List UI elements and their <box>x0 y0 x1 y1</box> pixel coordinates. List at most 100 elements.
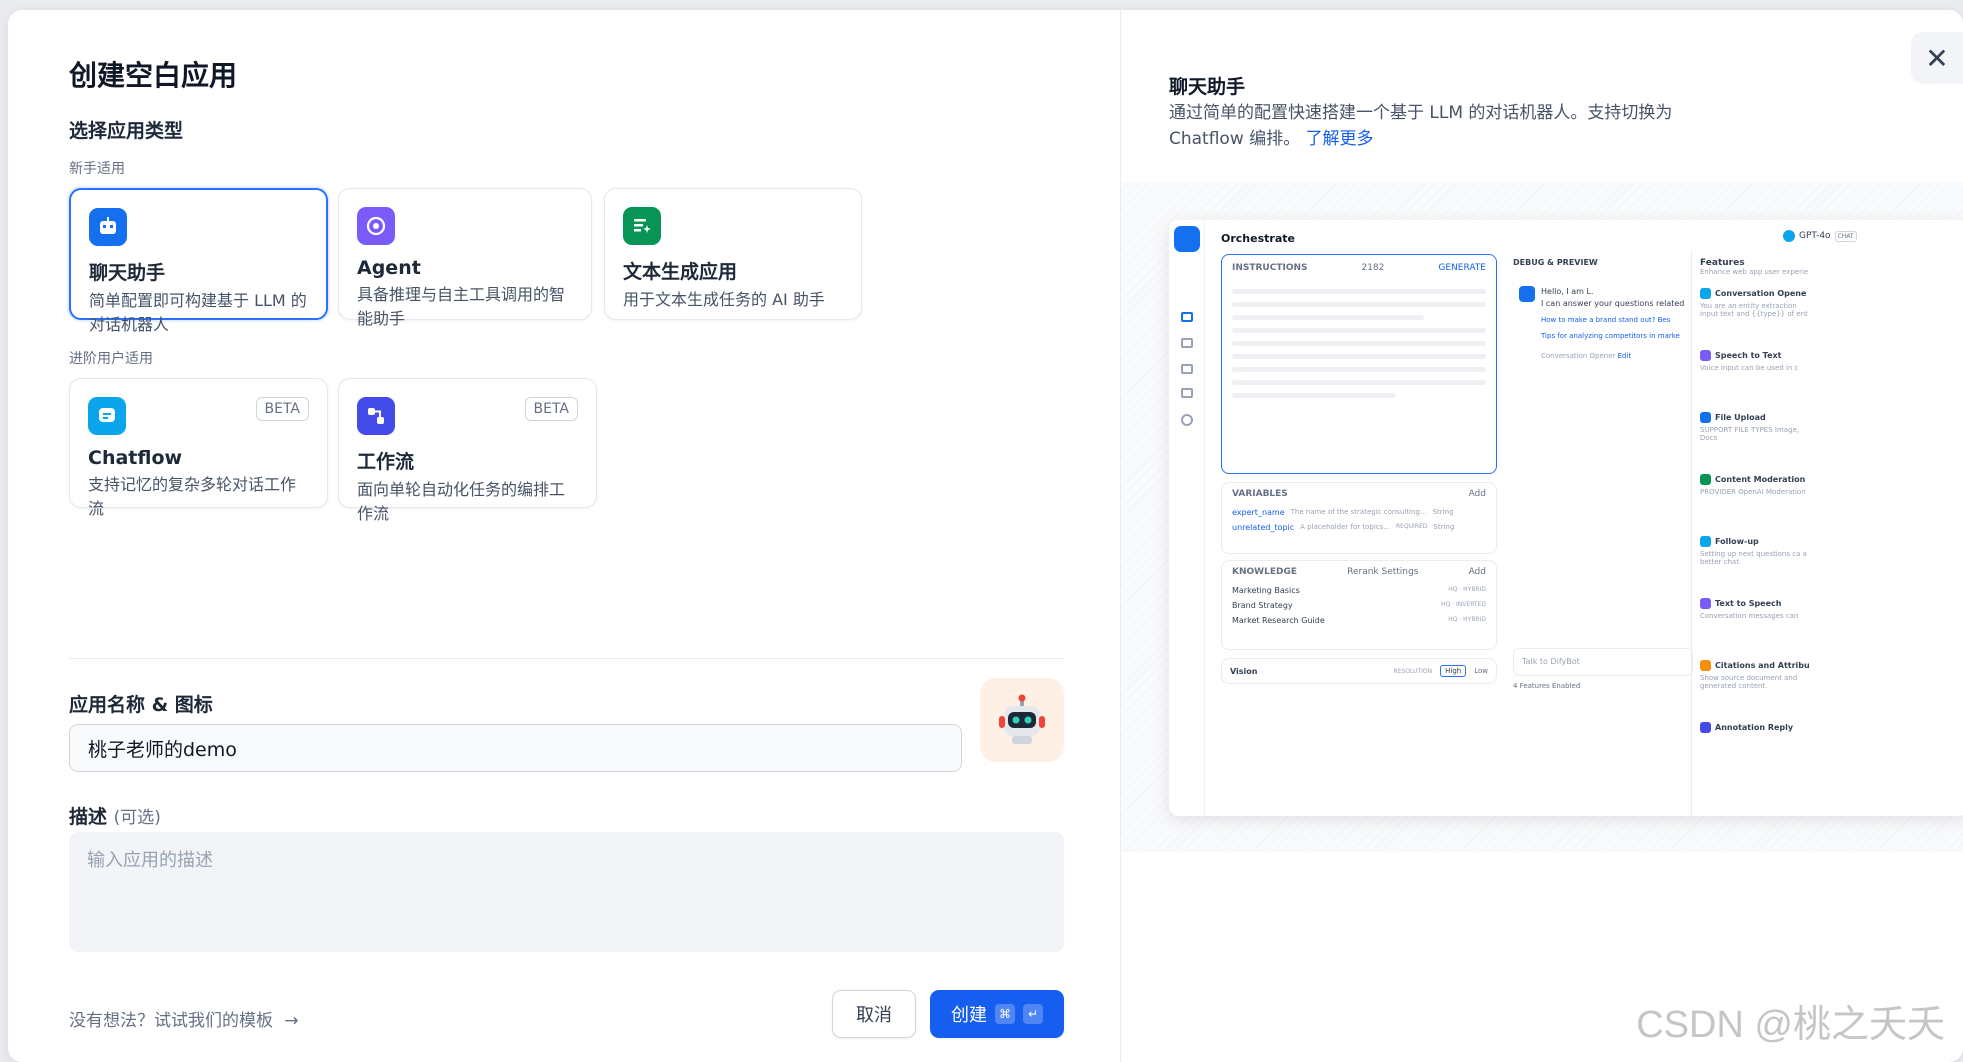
desc-optional-label: (可选) <box>113 808 161 828</box>
knowledge-panel: KNOWLEDGE Rerank Settings Add Marketing … <box>1221 560 1497 650</box>
app-type-title: Agent <box>357 257 421 279</box>
text-line <box>1232 354 1486 359</box>
csdn-watermark: CSDN @桃之夭夭 <box>1636 1004 1945 1046</box>
chat-input: Talk to DifyBot <box>1513 648 1693 676</box>
text-line <box>1232 393 1397 398</box>
feature-header: Annotation Reply <box>1700 722 1963 733</box>
app-type-title: 工作流 <box>357 451 415 473</box>
learn-more-link[interactable]: 了解更多 <box>1306 129 1374 149</box>
knowledge-tag: HQ · HYBRID <box>1448 616 1486 623</box>
model-selector: GPT-4o CHAT <box>1783 230 1857 242</box>
instructions-panel: INSTRUCTIONS 2182 GENERATE <box>1221 254 1497 474</box>
text-line <box>1232 341 1486 346</box>
feature-item: File Upload SUPPORT FILE TYPES Image, Doc… <box>1700 412 1963 462</box>
features-panel: Features Enhance web app user experie Co… <box>1691 250 1963 816</box>
text-line <box>1232 328 1486 333</box>
variables-label: VARIABLES <box>1232 489 1288 499</box>
app-type-section-title: 选择应用类型 <box>69 120 184 142</box>
feature-icon <box>1700 288 1711 299</box>
preview-description: 通过简单的配置快速搭建一个基于 LLM 的对话机器人。支持切换为 Chatflo… <box>1169 100 1729 152</box>
resolution-label: RESOLUTION <box>1393 667 1433 675</box>
nav-icon <box>1181 388 1193 398</box>
feature-header: Speech to Text <box>1700 350 1963 361</box>
beginner-label: 新手适用 <box>69 161 125 177</box>
agent-icon <box>357 207 395 245</box>
knowledge-row: Marketing Basics HQ · HYBRID <box>1222 583 1496 598</box>
opener-row: Conversation Opener Edit <box>1541 350 1684 362</box>
feature-icon <box>1700 598 1711 609</box>
greeting-line-1: Hello, I am L. <box>1541 287 1594 296</box>
nav-icon <box>1181 338 1193 348</box>
feature-desc: PROVIDER OpenAI Moderation <box>1700 488 1806 496</box>
text-line <box>1232 380 1486 385</box>
create-button[interactable]: 创建 ⌘ ↵ <box>930 990 1064 1038</box>
close-icon[interactable]: ✕ <box>1911 32 1963 84</box>
text-line <box>1232 289 1486 294</box>
feature-desc: SUPPORT FILE TYPES Image, Docs <box>1700 426 1800 442</box>
variable-required: REQUIRED <box>1395 523 1428 530</box>
knowledge-row: Brand Strategy HQ · INVERTED <box>1222 598 1496 613</box>
feature-name: File Upload <box>1715 413 1766 422</box>
feature-item: Content Moderation PROVIDER OpenAI Modera… <box>1700 474 1963 524</box>
knowledge-name: Market Research Guide <box>1232 616 1325 625</box>
suggested-question-text: Bes <box>1657 316 1671 324</box>
template-link[interactable]: 没有想法？试试我们的模板 → <box>69 1006 299 1031</box>
app-type-card-workflow[interactable]: BETA 工作流 面向单轮自动化任务的编排工作流 <box>338 378 597 523</box>
app-icon-picker[interactable] <box>980 678 1064 762</box>
advanced-label: 进阶用户适用 <box>69 351 153 367</box>
cancel-button[interactable]: 取消 <box>832 990 916 1038</box>
instructions-header: INSTRUCTIONS 2182 GENERATE <box>1222 255 1496 281</box>
desc-section-title: 描述 (可选) <box>69 802 161 829</box>
app-description-input[interactable]: 输入应用的描述 <box>69 832 1064 952</box>
feature-list: Conversation Opene You are an entity extr… <box>1700 288 1963 772</box>
knowledge-name: Marketing Basics <box>1232 586 1300 595</box>
opener-label: Conversation Opener <box>1541 352 1616 360</box>
feature-item: Follow-up Setting up next questions ca a … <box>1700 536 1963 586</box>
app-type-title: 聊天助手 <box>89 262 166 284</box>
robot-avatar-icon <box>999 694 1045 744</box>
vision-label: Vision <box>1230 666 1258 676</box>
preview-sidebar <box>1169 220 1205 816</box>
generate-label: GENERATE <box>1438 263 1486 273</box>
desc-section-label: 描述 <box>69 806 108 828</box>
app-type-card-chat-assistant[interactable]: 聊天助手 简单配置即可构建基于 LLM 的对话机器人 <box>69 188 328 334</box>
feature-icon <box>1700 722 1711 733</box>
bot-avatar-icon <box>1519 286 1535 302</box>
instructions-label: INSTRUCTIONS <box>1232 263 1308 273</box>
chatflow-icon <box>88 397 126 435</box>
text-generation-icon <box>623 207 661 245</box>
app-type-desc: 用于文本生成任务的 AI 助手 <box>623 290 825 309</box>
app-type-card-agent[interactable]: Agent 具备推理与自主工具调用的智能助手 <box>338 188 592 328</box>
app-type-desc: 支持记忆的复杂多轮对话工作流 <box>88 475 297 518</box>
enter-key-icon: ↵ <box>1023 1004 1043 1024</box>
app-type-desc: 具备推理与自主工具调用的智能助手 <box>357 285 566 328</box>
instructions-count: 2182 <box>1361 263 1385 273</box>
feature-icon <box>1700 536 1711 547</box>
app-type-card-text-generation[interactable]: 文本生成应用 用于文本生成任务的 AI 助手 <box>604 188 862 320</box>
features-enabled: 4 Features Enabled <box>1513 682 1581 690</box>
dialog-title: 创建空白应用 <box>69 59 238 92</box>
feature-desc: Setting up next questions ca a better ch… <box>1700 550 1807 566</box>
variable-name: expert_name <box>1232 508 1285 517</box>
app-type-card-chatflow[interactable]: BETA Chatflow 支持记忆的复杂多轮对话工作流 <box>69 378 328 518</box>
feature-name: Text to Speech <box>1715 599 1782 608</box>
feature-item: Conversation Opene You are an entity extr… <box>1700 288 1963 338</box>
app-type-title: Chatflow <box>88 447 183 469</box>
orchestrate-header: Orchestrate <box>1221 232 1295 245</box>
knowledge-tag: HQ · INVERTED <box>1441 601 1486 608</box>
feature-desc: Show source document and generated conte… <box>1700 674 1798 690</box>
nav-icon <box>1181 414 1193 426</box>
model-tag: CHAT <box>1834 230 1857 242</box>
feature-name: Citations and Attribu <box>1715 661 1810 670</box>
feature-header: Content Moderation <box>1700 474 1963 485</box>
preview-title: 聊天助手 <box>1169 76 1246 98</box>
workflow-icon <box>357 397 395 435</box>
variable-row: expert_name The name of the strategic co… <box>1222 505 1496 520</box>
orchestrate-preview-screenshot: Orchestrate GPT-4o CHAT INSTRUCTIONS 218… <box>1169 220 1963 816</box>
edit-link: Edit <box>1617 352 1632 360</box>
text-line <box>1232 315 1424 320</box>
app-name-input[interactable]: 桃子老师的demo <box>69 724 962 772</box>
feature-item: Speech to Text Voice input can be used in… <box>1700 350 1963 400</box>
add-label: Add <box>1468 567 1486 577</box>
greeting-line-2: I can answer your questions related <box>1541 299 1685 308</box>
